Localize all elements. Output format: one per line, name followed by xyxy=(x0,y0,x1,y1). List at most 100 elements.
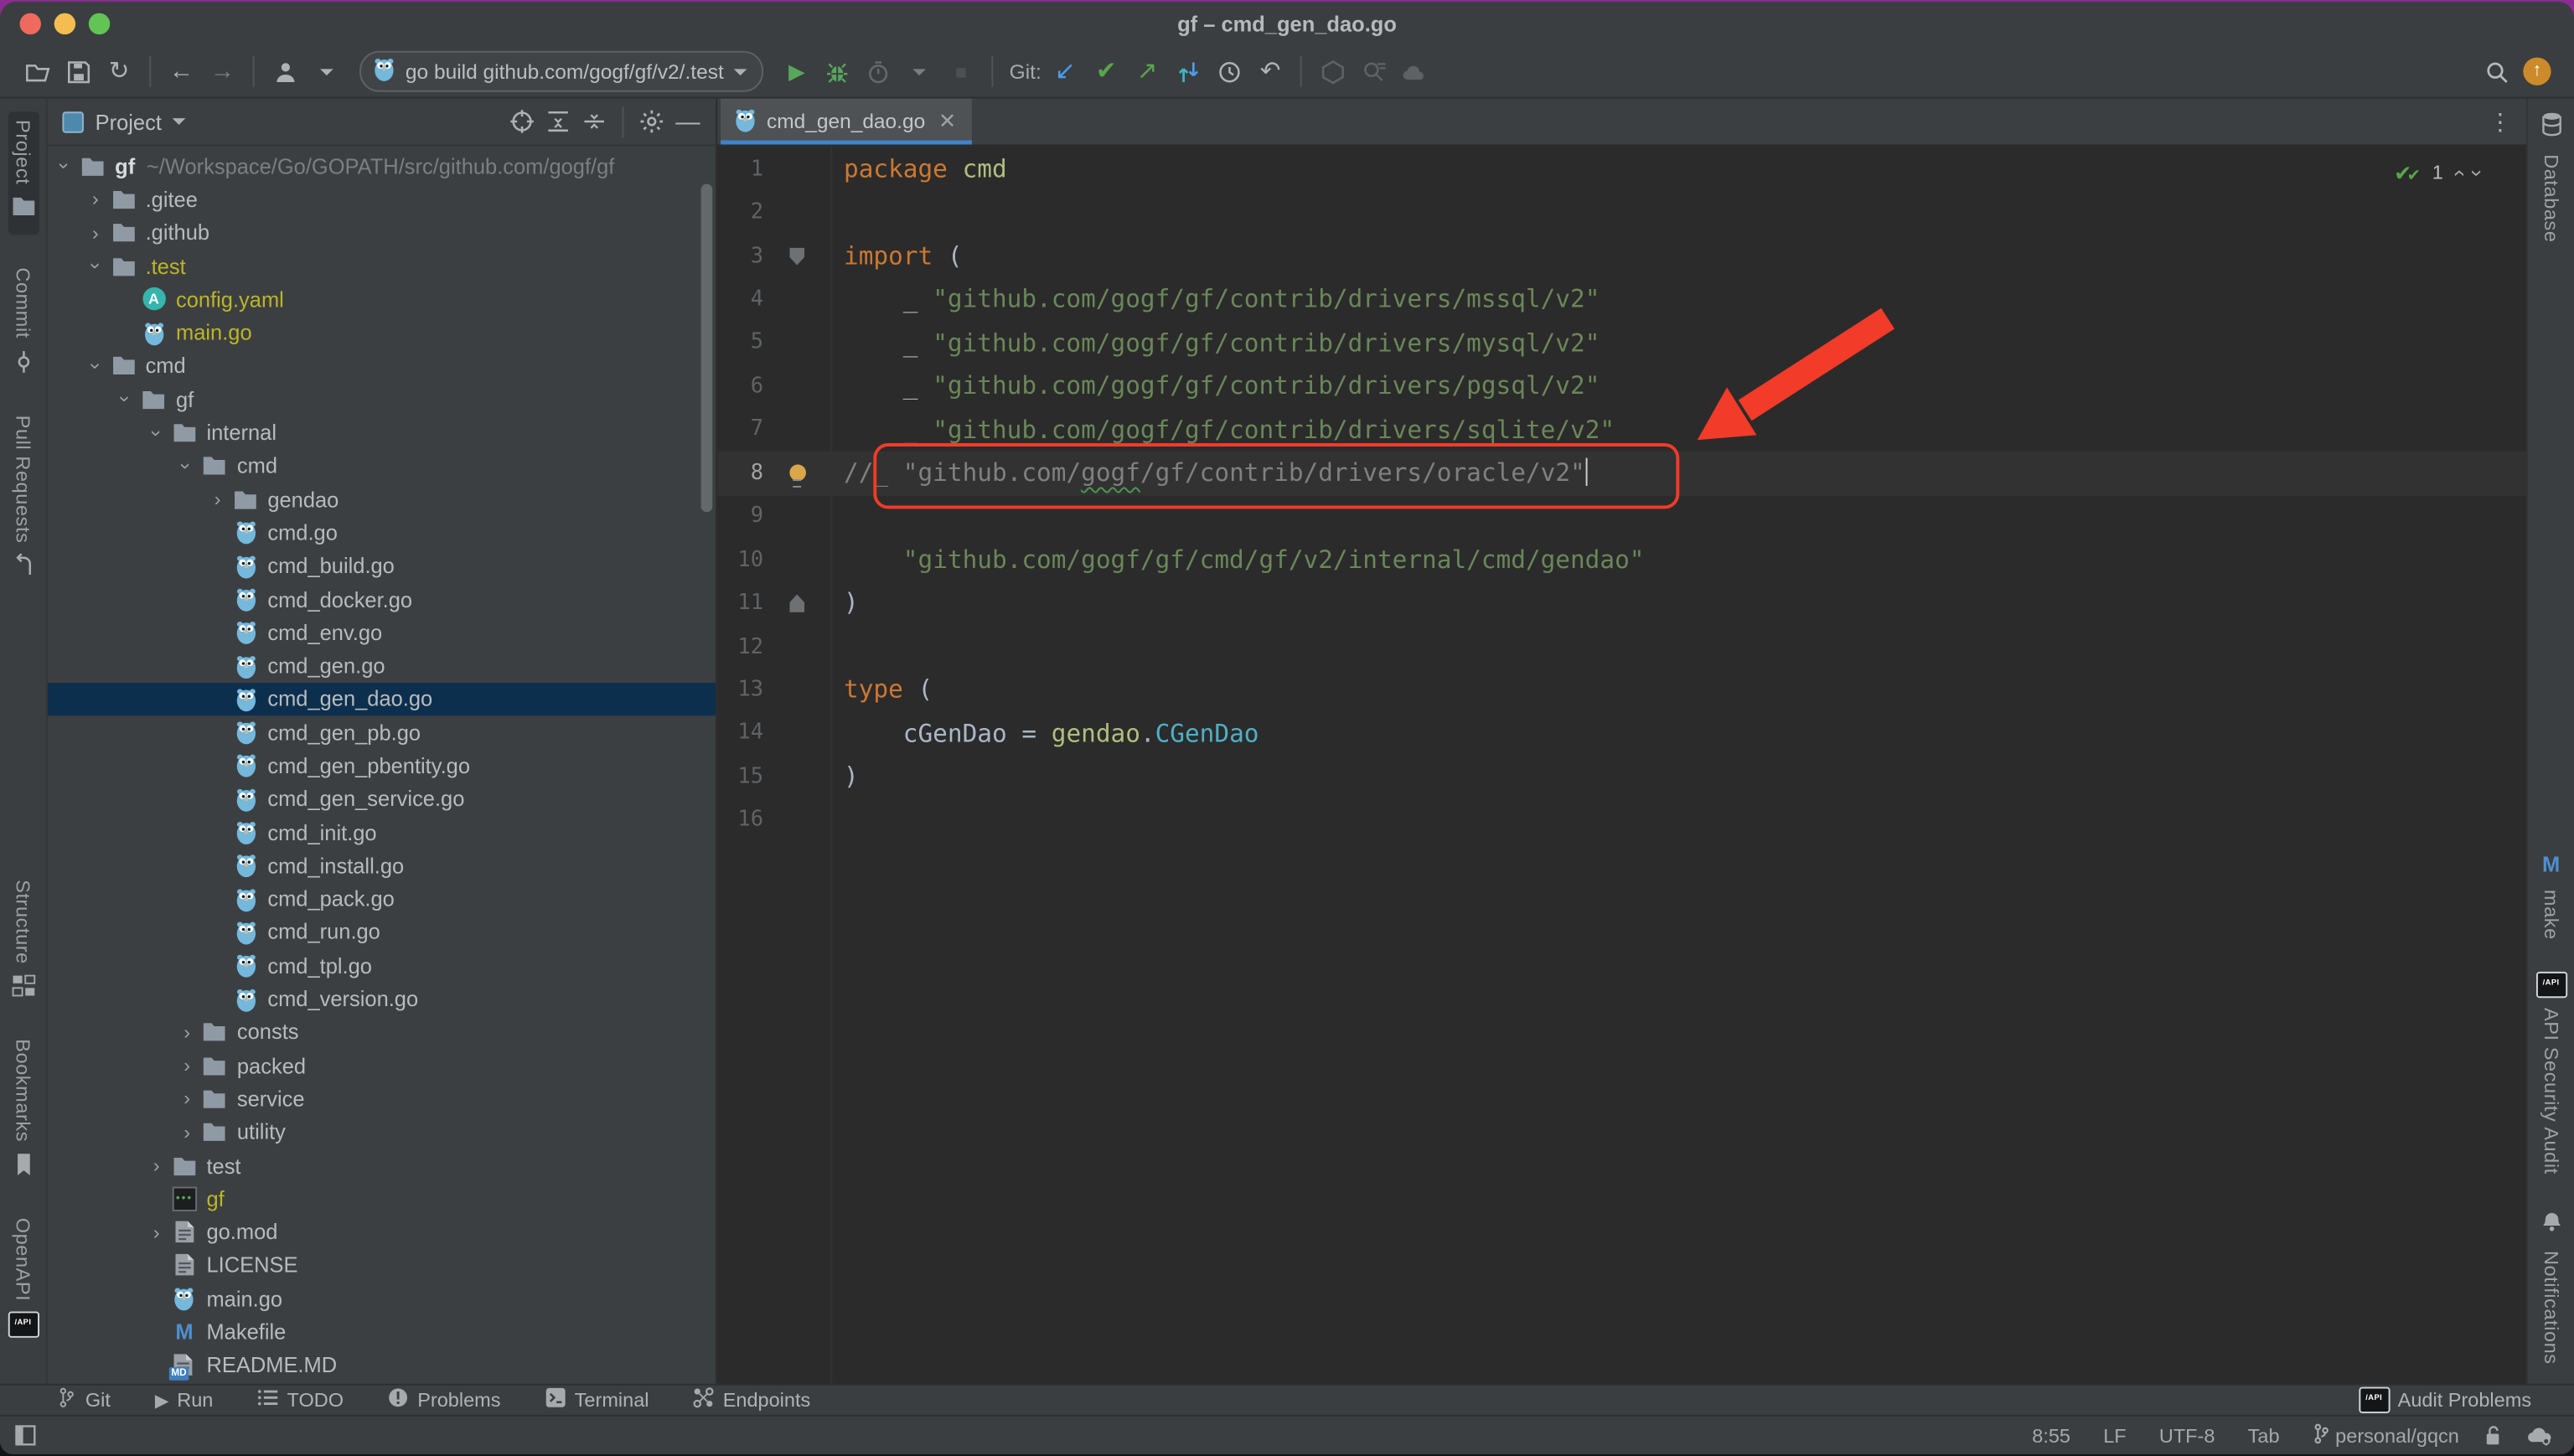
chevron-icon[interactable]: › xyxy=(144,1222,168,1242)
tree-item-config-yaml[interactable]: ›Aconfig.yaml xyxy=(48,282,716,316)
back-button[interactable]: ← xyxy=(161,52,202,91)
code-line-2[interactable]: 2 xyxy=(717,191,2526,235)
tree-item-cmd-docker-go[interactable]: ›cmd_docker.go xyxy=(48,582,716,616)
code-editor[interactable]: 1package cmd23import (4 _ "github.com/go… xyxy=(717,146,2526,1383)
tree-item-cmd-tpl-go[interactable]: ›cmd_tpl.go xyxy=(48,949,716,983)
code-line-5[interactable]: 5 _ "github.com/gogf/gf/contrib/drivers/… xyxy=(717,322,2526,365)
next-problem-icon[interactable]: › xyxy=(2466,169,2487,177)
inspections-widget[interactable]: ✔ ✔ 1 › › xyxy=(2394,159,2480,185)
tree-item-packed[interactable]: ›packed xyxy=(48,1049,716,1082)
push-button[interactable]: ↗ xyxy=(1127,52,1168,91)
tree-item-cmd-go[interactable]: ›cmd.go xyxy=(48,516,716,550)
chevron-icon[interactable]: › xyxy=(174,1056,199,1076)
fetch-button[interactable] xyxy=(1168,52,1209,91)
chevron-icon[interactable]: › xyxy=(174,1022,199,1042)
tool-window-button-git[interactable]: Git xyxy=(56,1387,111,1413)
rollback-button[interactable]: ↶ xyxy=(1250,52,1291,91)
update-project-button[interactable]: ↙ xyxy=(1045,52,1086,91)
tree-item-cmd-install-go[interactable]: ›cmd_install.go xyxy=(48,849,716,882)
tree-item-cmd-gen-service-go[interactable]: ›cmd_gen_service.go xyxy=(48,782,716,816)
tool-stripe-notifications[interactable]: Notifications xyxy=(2539,1208,2563,1365)
tree-item-main-go[interactable]: ›main.go xyxy=(48,316,716,349)
code-line-13[interactable]: 13type ( xyxy=(717,669,2526,712)
tree-item-makefile[interactable]: ›MMakefile xyxy=(48,1315,716,1349)
chevron-icon[interactable]: › xyxy=(174,1089,199,1109)
tool-stripe-make[interactable]: Mmake xyxy=(2540,849,2562,939)
chevron-down-icon[interactable] xyxy=(173,118,187,125)
tree-item-service[interactable]: ›service xyxy=(48,1082,716,1116)
open-button[interactable] xyxy=(17,52,58,91)
chevron-icon[interactable]: › xyxy=(116,387,136,411)
run-configuration-select[interactable]: go build github.com/gogf/gf/v2/.test xyxy=(359,51,763,92)
code-line-6[interactable]: 6 _ "github.com/gogf/gf/contrib/drivers/… xyxy=(717,364,2526,408)
tree-item-cmd-gen-pbentity-go[interactable]: ›cmd_gen_pbentity.go xyxy=(48,749,716,782)
code-line-12[interactable]: 12 xyxy=(717,625,2526,669)
tree-item-license[interactable]: ›LICENSE xyxy=(48,1249,716,1283)
expand-all-button[interactable] xyxy=(540,103,576,139)
code-line-1[interactable]: 1package cmd xyxy=(717,147,2526,191)
chevron-icon[interactable]: › xyxy=(55,154,75,178)
search-everywhere-button[interactable] xyxy=(2475,52,2516,91)
tree-item-gf[interactable]: ›•••gf xyxy=(48,1182,716,1216)
settings-sync-icon[interactable] xyxy=(2526,1422,2552,1448)
project-view-selector[interactable]: Project xyxy=(96,109,162,133)
status-git-branch[interactable]: personal/gqcn xyxy=(2313,1422,2459,1448)
tree-item-cmd-gen-pb-go[interactable]: ›cmd_gen_pb.go xyxy=(48,715,716,749)
tab-options-icon[interactable]: ⋮ xyxy=(2489,99,2511,145)
select-opened-file-button[interactable] xyxy=(504,103,540,139)
profile-button[interactable] xyxy=(264,52,305,91)
status-line-separator[interactable]: LF xyxy=(2103,1424,2126,1447)
tool-window-button-endpoints[interactable]: Endpoints xyxy=(693,1387,810,1413)
status-caret-position[interactable]: 8:55 xyxy=(2032,1424,2070,1447)
tree-item-cmd-env-go[interactable]: ›cmd_env.go xyxy=(48,616,716,649)
tree-item-cmd-init-go[interactable]: ›cmd_init.go xyxy=(48,816,716,849)
tool-stripe-openapi[interactable]: OpenAPI/API xyxy=(8,1218,39,1338)
chevron-icon[interactable]: › xyxy=(83,189,107,209)
status-indent[interactable]: Tab xyxy=(2248,1424,2280,1447)
status-encoding[interactable]: UTF-8 xyxy=(2159,1424,2215,1447)
chevron-icon[interactable]: › xyxy=(83,223,107,243)
tool-stripe-api-security-audit[interactable]: /APIAPI Security Audit xyxy=(2535,973,2566,1175)
collapse-all-button[interactable] xyxy=(576,103,612,139)
commit-button[interactable]: ✔ xyxy=(1086,52,1127,91)
tree-item-cmd[interactable]: ›cmd xyxy=(48,449,716,483)
code-line-10[interactable]: 10 "github.com/gogf/gf/cmd/gf/v2/interna… xyxy=(717,539,2526,582)
tool-window-button-audit-problems[interactable]: /API Audit Problems xyxy=(2359,1387,2531,1413)
tool-stripe-structure[interactable]: Structure xyxy=(11,880,35,1007)
tool-stripe-database[interactable]: Database xyxy=(2539,111,2563,242)
tree-item-gf[interactable]: ›gf xyxy=(48,383,716,416)
tree-item-go-mod[interactable]: ›go.mod xyxy=(48,1216,716,1249)
code-line-9[interactable]: 9 xyxy=(717,495,2526,539)
tool-stripe-project[interactable]: Project xyxy=(8,111,39,235)
close-tab-icon[interactable]: ✕ xyxy=(938,108,956,134)
code-line-7[interactable]: 7 _ "github.com/gogf/gf/contrib/drivers/… xyxy=(717,408,2526,452)
debug-button[interactable] xyxy=(817,52,858,91)
tree-item-consts[interactable]: ›consts xyxy=(48,1015,716,1049)
chevron-icon[interactable]: › xyxy=(144,1155,168,1175)
tool-stripe-commit[interactable]: Commit xyxy=(11,268,35,381)
tree-item-readme-md[interactable]: ›MDREADME.MD xyxy=(48,1349,716,1382)
code-line-14[interactable]: 14 cGenDao = gendao.CGenDao xyxy=(717,712,2526,756)
tool-window-button-terminal[interactable]: Terminal xyxy=(545,1387,649,1413)
tool-window-button-todo[interactable]: TODO xyxy=(257,1387,344,1413)
tree-item-cmd-version-go[interactable]: ›cmd_version.go xyxy=(48,982,716,1015)
project-tree-scrollbar[interactable] xyxy=(701,183,713,512)
code-line-15[interactable]: 15) xyxy=(717,756,2526,799)
hide-button[interactable]: — xyxy=(669,103,706,139)
tree-item-cmd-gen-dao-go[interactable]: ›cmd_gen_dao.go xyxy=(48,683,716,716)
tree-item--github[interactable]: ›.github xyxy=(48,216,716,250)
tree-item--gitee[interactable]: ›.gitee xyxy=(48,183,716,216)
code-line-11[interactable]: 11) xyxy=(717,581,2526,625)
tree-item--test[interactable]: ›.test xyxy=(48,250,716,283)
run-button[interactable]: ▶ xyxy=(776,52,817,91)
save-button[interactable] xyxy=(58,52,99,91)
tree-item-cmd-pack-go[interactable]: ›cmd_pack.go xyxy=(48,882,716,916)
lock-icon[interactable] xyxy=(2482,1425,2503,1446)
tree-item-test[interactable]: ›test xyxy=(48,1149,716,1182)
chevron-icon[interactable]: › xyxy=(177,453,197,478)
options-button[interactable] xyxy=(633,103,669,139)
tree-item-gendao[interactable]: ›gendao xyxy=(48,483,716,516)
tree-item-cmd-build-go[interactable]: ›cmd_build.go xyxy=(48,550,716,583)
profile-dropdown-button[interactable] xyxy=(305,52,346,91)
sync-button[interactable]: ↻ xyxy=(99,52,140,91)
